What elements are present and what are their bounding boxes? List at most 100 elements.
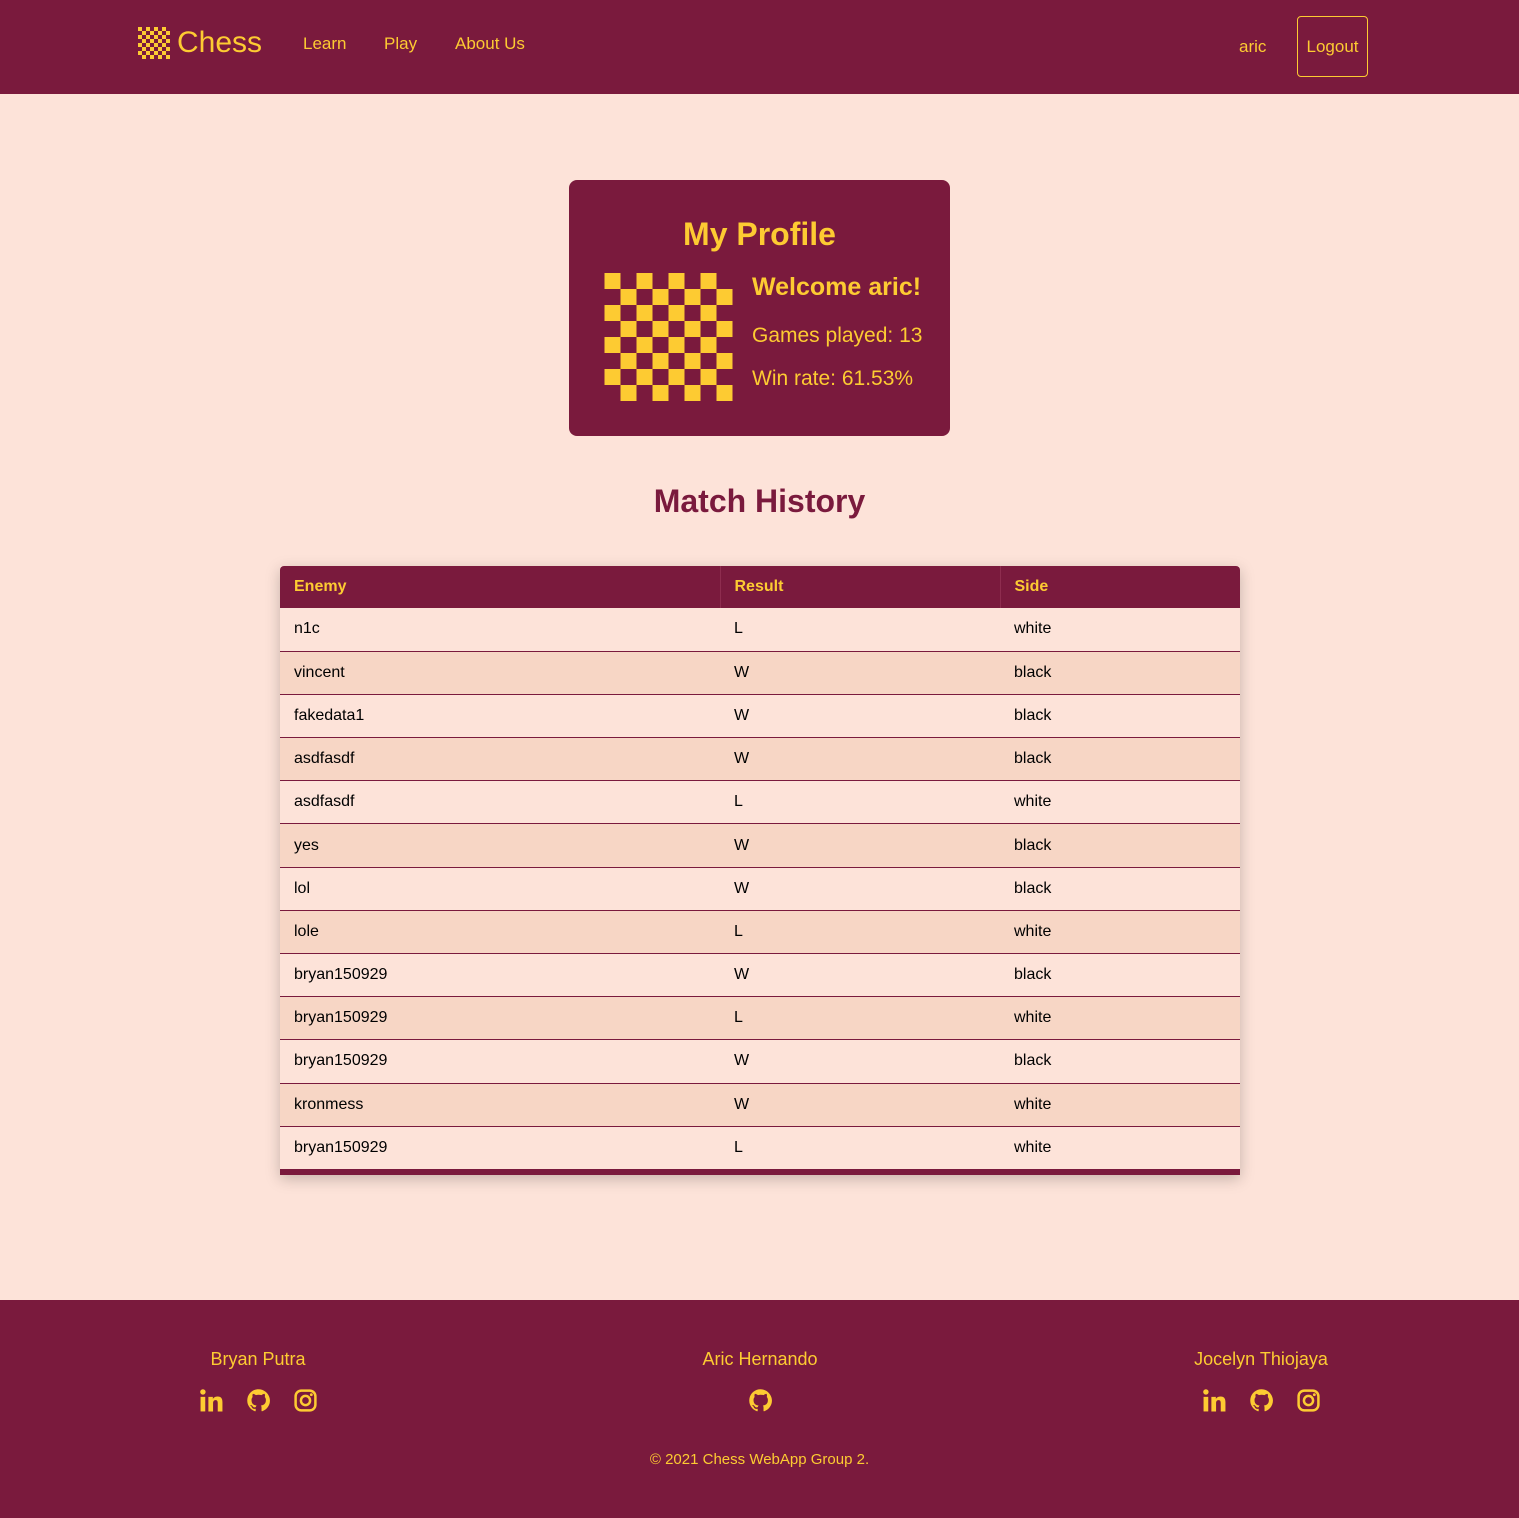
table-row: asdfasdf Lwhite xyxy=(280,780,1240,824)
footer-member-bryan: Bryan Putra xyxy=(138,1348,378,1413)
result-cell: W xyxy=(734,663,750,681)
checker-square xyxy=(652,289,669,305)
checker-square xyxy=(700,369,717,385)
enemy-cell: bryan150929 xyxy=(294,1009,388,1027)
result-cell: L xyxy=(734,1139,743,1157)
checker-square xyxy=(684,353,701,369)
match-history-table: Enemy Result Side n1c Lwhite vincent Wblac… xyxy=(280,566,1240,1176)
brand-name: Chess xyxy=(177,26,263,59)
checker-square xyxy=(158,55,162,59)
checker-square xyxy=(636,369,653,385)
enemy-cell: n1c xyxy=(294,620,320,638)
member-name: Aric Hernando xyxy=(702,1349,818,1369)
side-cell: black xyxy=(1014,750,1052,768)
linkedin-icon[interactable] xyxy=(1202,1388,1227,1413)
checker-square xyxy=(154,51,158,55)
checker-square xyxy=(162,35,166,39)
github-icon[interactable] xyxy=(1249,1388,1274,1413)
checker-square xyxy=(668,273,685,289)
match-history-title: Match History xyxy=(653,483,866,519)
enemy-cell: vincent xyxy=(294,663,345,681)
footer-member-aric: Aric Hernando xyxy=(640,1348,880,1413)
checker-square xyxy=(154,35,158,39)
enemy-cell: lol xyxy=(294,879,311,897)
checker-square xyxy=(668,337,685,353)
checker-square xyxy=(138,35,142,39)
nav-link-learn[interactable]: Learn xyxy=(303,34,346,54)
footer: Bryan Putra Aric Hernando Jocelyn Thioja… xyxy=(0,1300,1519,1518)
side-cell: black xyxy=(1014,879,1052,897)
table-row: bryan150929 Lwhite xyxy=(280,1126,1240,1170)
checker-square xyxy=(636,273,653,289)
column-header-enemy: Enemy xyxy=(280,566,721,608)
checker-square xyxy=(146,43,150,47)
checker-square xyxy=(652,353,669,369)
chessboard-logo-icon xyxy=(138,27,170,59)
checker-square xyxy=(150,47,154,51)
member-name: Jocelyn Thiojaya xyxy=(1194,1349,1328,1369)
column-header-side: Side xyxy=(1014,578,1049,595)
instagram-icon[interactable] xyxy=(293,1388,318,1413)
github-icon[interactable] xyxy=(246,1388,271,1413)
checker-square xyxy=(138,51,142,55)
profile-card: My Profile Welcome aric! Games played: 1… xyxy=(569,180,950,436)
result-cell: W xyxy=(734,750,750,768)
nav-username[interactable]: aric xyxy=(1239,37,1266,57)
side-cell: white xyxy=(1014,922,1052,940)
checker-square xyxy=(158,31,162,35)
checker-square xyxy=(142,31,146,35)
checker-square xyxy=(166,55,170,59)
checker-square xyxy=(604,369,621,385)
table-row: n1c Lwhite xyxy=(280,608,1240,652)
checker-square xyxy=(684,321,701,337)
checker-square xyxy=(716,289,733,305)
checker-square xyxy=(162,27,166,31)
checker-square xyxy=(620,353,637,369)
checker-square xyxy=(700,273,717,289)
nav-link-play[interactable]: Play xyxy=(384,34,417,54)
checker-square xyxy=(716,385,733,401)
side-cell: white xyxy=(1014,620,1052,638)
checker-square xyxy=(150,31,154,35)
side-cell: white xyxy=(1014,1009,1052,1027)
checker-square xyxy=(652,385,669,401)
nav-link-about-us[interactable]: About Us xyxy=(455,34,525,54)
checker-square xyxy=(716,353,733,369)
footer-member-jocelyn: Jocelyn Thiojaya xyxy=(1141,1348,1381,1413)
side-cell: black xyxy=(1014,706,1052,724)
checker-square xyxy=(158,39,162,43)
copyright-text: © 2021 Chess WebApp Group 2. xyxy=(649,1451,870,1468)
side-cell: white xyxy=(1014,1095,1052,1113)
checker-square xyxy=(636,337,653,353)
checker-square xyxy=(604,273,621,289)
social-links xyxy=(138,1388,378,1413)
side-cell: black xyxy=(1014,966,1052,984)
checker-square xyxy=(150,55,154,59)
checker-square xyxy=(142,55,146,59)
result-cell: L xyxy=(734,1009,743,1027)
result-cell: L xyxy=(734,620,743,638)
checker-square xyxy=(138,27,142,31)
side-cell: white xyxy=(1014,1139,1052,1157)
side-cell: black xyxy=(1014,663,1052,681)
github-icon[interactable] xyxy=(748,1388,773,1413)
enemy-cell: bryan150929 xyxy=(294,966,388,984)
brand-link[interactable]: Chess xyxy=(138,26,262,60)
table-row: fakedata1 Wblack xyxy=(280,694,1240,738)
checker-square xyxy=(700,305,717,321)
linkedin-icon[interactable] xyxy=(199,1388,224,1413)
logout-button[interactable]: Logout xyxy=(1297,16,1368,77)
checker-square xyxy=(146,35,150,39)
navbar: Chess Learn Play About Us aric Logout xyxy=(0,0,1519,94)
checker-square xyxy=(620,385,637,401)
checker-square xyxy=(604,305,621,321)
checker-square xyxy=(138,43,142,47)
side-cell: black xyxy=(1014,836,1052,854)
table-row: lol Wblack xyxy=(280,867,1240,911)
instagram-icon[interactable] xyxy=(1296,1388,1321,1413)
checker-square xyxy=(668,305,685,321)
checker-square xyxy=(166,31,170,35)
social-links xyxy=(1141,1388,1381,1413)
checker-square xyxy=(652,321,669,337)
column-header-result: Result xyxy=(720,566,1001,608)
